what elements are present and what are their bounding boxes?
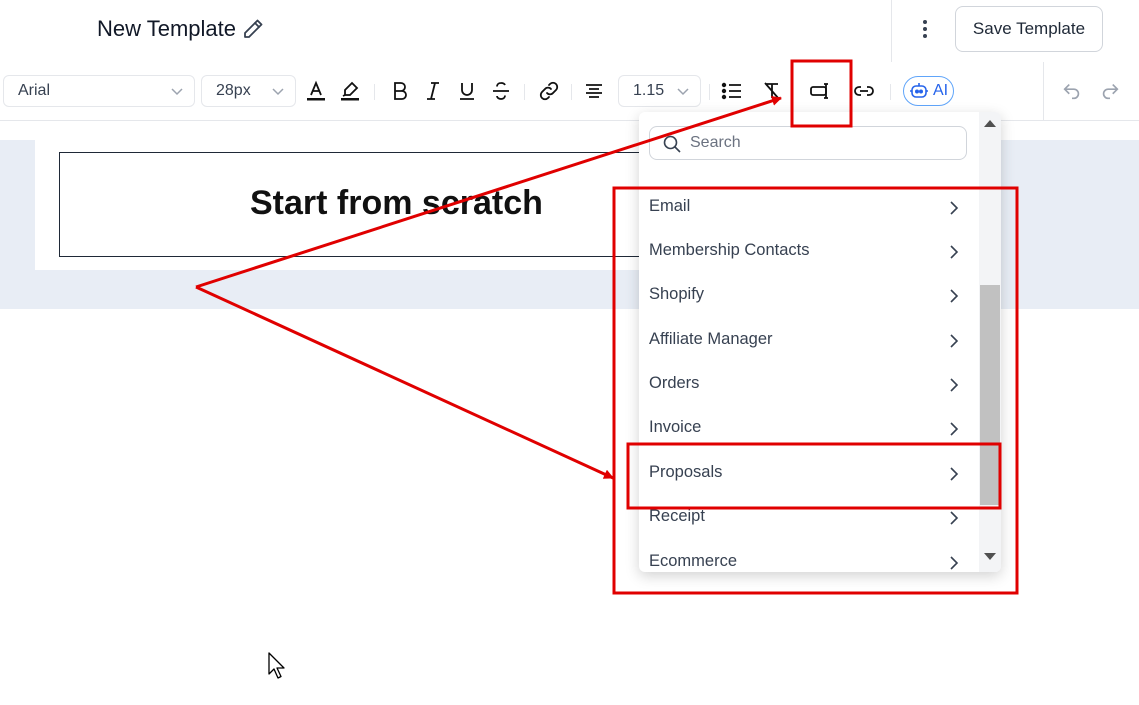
toolbar-separator xyxy=(890,84,891,100)
menu-item-label: Orders xyxy=(649,374,700,392)
menu-item-ecommerce[interactable]: Ecommerce xyxy=(639,542,979,572)
italic-icon[interactable] xyxy=(421,79,445,103)
toolbar-separator xyxy=(524,84,525,100)
ai-assistant-button[interactable]: AI xyxy=(903,76,954,106)
ai-label: AI xyxy=(932,82,949,99)
menu-item-proposals[interactable]: Proposals xyxy=(639,453,979,497)
menu-item-label: Invoice xyxy=(649,418,702,436)
mouse-cursor-icon xyxy=(268,652,285,679)
menu-item-label: Receipt xyxy=(649,507,705,525)
divider xyxy=(1043,62,1044,120)
chevron-right-icon xyxy=(950,378,959,392)
scrollbar-thumb[interactable] xyxy=(980,285,1000,505)
divider xyxy=(891,0,892,62)
menu-item-label: Ecommerce xyxy=(649,552,738,570)
save-template-button[interactable]: Save Template xyxy=(955,6,1103,52)
chevron-right-icon xyxy=(950,422,959,436)
menu-item-label: Email xyxy=(649,197,691,215)
strikethrough-icon[interactable] xyxy=(489,79,513,103)
trigger-link-icon[interactable] xyxy=(852,79,876,103)
redo-icon[interactable] xyxy=(1098,79,1122,103)
chevron-down-icon xyxy=(272,88,284,96)
top-bar: New Template Save Template xyxy=(0,0,1139,63)
align-center-icon[interactable] xyxy=(582,79,606,103)
menu-item-orders[interactable]: Orders xyxy=(639,364,979,408)
menu-item-receipt[interactable]: Receipt xyxy=(639,497,979,541)
chevron-down-icon xyxy=(677,88,689,96)
text-color-icon[interactable] xyxy=(304,79,328,103)
toolbar-separator xyxy=(571,84,572,100)
font-family-value: Arial xyxy=(18,82,51,99)
menu-item-label: Shopify xyxy=(649,285,705,303)
chevron-right-icon xyxy=(950,289,959,303)
chevron-right-icon xyxy=(950,556,959,570)
font-family-select[interactable]: Arial xyxy=(3,75,195,107)
line-height-select[interactable]: 1.15 xyxy=(618,75,701,107)
menu-item-affiliate-manager[interactable]: Affiliate Manager xyxy=(639,320,979,364)
scroll-down-arrow-icon[interactable] xyxy=(984,553,996,560)
menu-item-label: Proposals xyxy=(649,463,723,481)
menu-item-invoice[interactable]: Invoice xyxy=(639,408,979,452)
highlight-color-icon[interactable] xyxy=(338,79,362,103)
chevron-right-icon xyxy=(950,511,959,525)
menu-item-label: Membership Contacts xyxy=(649,241,810,259)
scroll-up-arrow-icon[interactable] xyxy=(984,120,996,127)
search-icon xyxy=(663,135,681,153)
custom-values-dropdown: Search Email Membership Contacts Shopify… xyxy=(639,112,1001,572)
template-title[interactable]: New Template xyxy=(97,16,236,42)
clear-formatting-icon[interactable] xyxy=(760,79,784,103)
toolbar-separator xyxy=(709,84,710,100)
chevron-down-icon xyxy=(171,88,183,96)
robot-icon xyxy=(909,83,928,98)
chevron-right-icon xyxy=(950,201,959,215)
search-placeholder: Search xyxy=(690,134,741,151)
underline-icon[interactable] xyxy=(455,79,479,103)
bullet-list-icon[interactable] xyxy=(720,79,744,103)
chevron-right-icon xyxy=(950,245,959,259)
chevron-right-icon xyxy=(950,334,959,348)
toolbar-separator xyxy=(374,84,375,100)
line-height-value: 1.15 xyxy=(633,82,665,99)
menu-item-shopify[interactable]: Shopify xyxy=(639,275,979,319)
menu-item-label: Affiliate Manager xyxy=(649,330,773,348)
undo-icon[interactable] xyxy=(1060,79,1084,103)
pencil-icon[interactable] xyxy=(241,17,265,41)
link-icon[interactable] xyxy=(537,79,561,103)
heading-text[interactable]: Start from scratch xyxy=(250,184,543,223)
chevron-right-icon xyxy=(950,467,959,481)
more-options-icon[interactable] xyxy=(914,17,936,43)
bold-icon[interactable] xyxy=(388,79,412,103)
menu-item-email[interactable]: Email xyxy=(639,187,979,231)
annotation-arrow-to-proposals xyxy=(195,285,614,480)
custom-values-icon[interactable] xyxy=(808,79,832,103)
font-size-value: 28px xyxy=(216,82,251,99)
search-input[interactable]: Search xyxy=(649,126,967,160)
menu-item-membership-contacts[interactable]: Membership Contacts xyxy=(639,231,979,275)
font-size-select[interactable]: 28px xyxy=(201,75,296,107)
